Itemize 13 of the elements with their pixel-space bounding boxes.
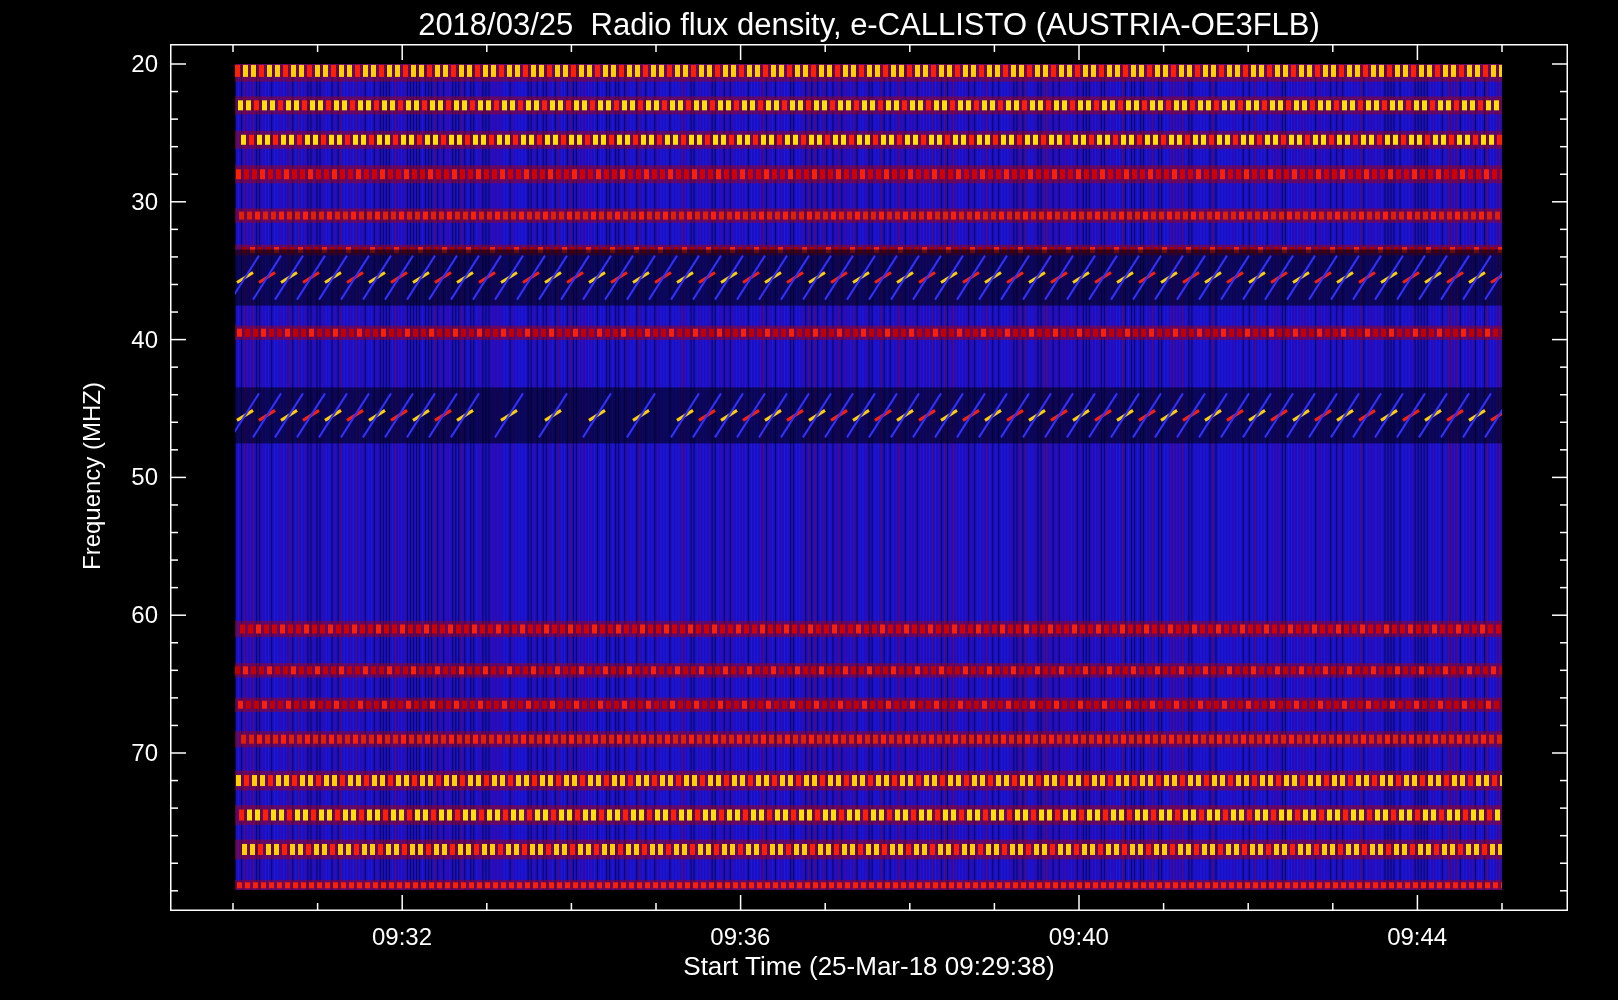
x-axis-label: Start Time (25-Mar-18 09:29:38) [682,953,1056,979]
x-tick-label: 09:44 [1386,925,1449,949]
y-tick-label: 50 [130,465,158,490]
x-tick-label: 09:40 [1047,925,1110,949]
x-tick-label: 09:36 [709,925,772,949]
chart-title: 2018/03/25 Radio flux density, e-CALLISTO (AUSTRIA-OE3FLB) [417,6,1321,44]
y-tick-label: 40 [130,327,158,352]
y-axis-label: Frequency (MHZ) [80,381,104,572]
y-tick-label: 30 [130,189,158,214]
y-tick-label: 20 [130,52,158,76]
y-tick-label: 60 [130,603,158,628]
y-tick-label: 70 [130,741,158,765]
x-tick-label: 09:32 [370,925,434,949]
